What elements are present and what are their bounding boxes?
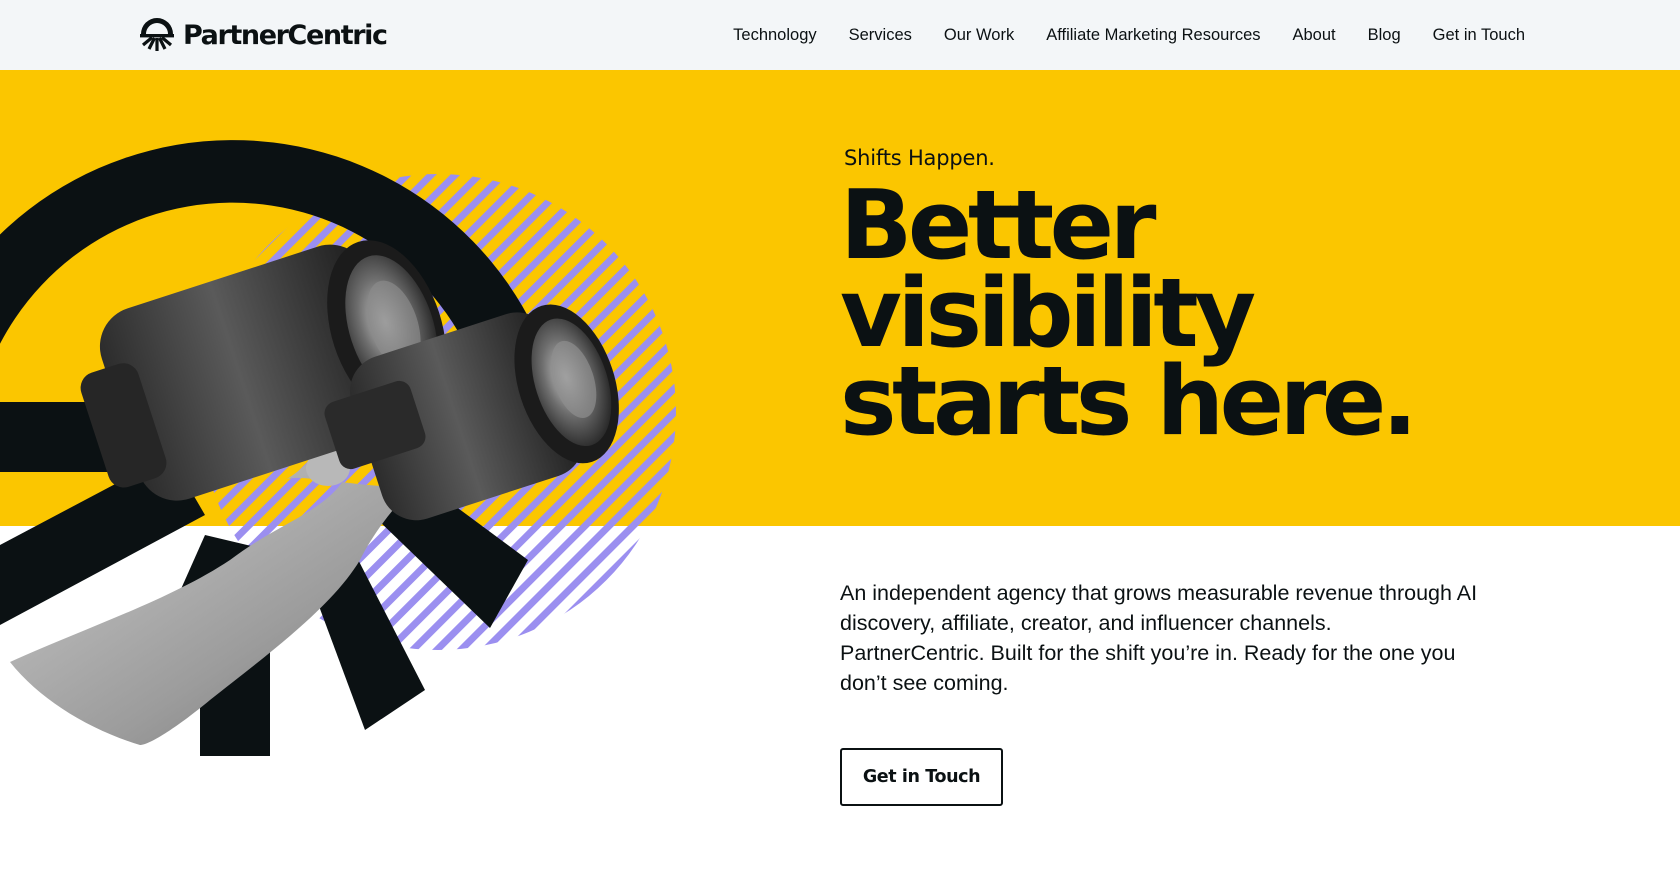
nav-link-affiliate-marketing-resources[interactable]: Affiliate Marketing Resources	[1046, 26, 1260, 45]
hero-copy: Shifts Happen. Better visibility starts …	[840, 146, 1560, 457]
nav-link-our-work[interactable]: Our Work	[944, 26, 1014, 45]
sunrise-logo-icon	[140, 18, 174, 51]
headline-line: starts here.	[840, 347, 1418, 457]
brand-logo-link[interactable]: PartnerCentric	[139, 16, 388, 54]
hand-holding-binoculars-illustration	[0, 140, 676, 756]
hero-eyebrow: Shifts Happen.	[844, 146, 995, 170]
nav-link-technology[interactable]: Technology	[733, 26, 816, 45]
hero-intro: An independent agency that grows measura…	[840, 578, 1540, 698]
intro-line: don’t see coming.	[840, 671, 1009, 695]
intro-line: PartnerCentric. Built for the shift you’…	[840, 641, 1456, 665]
headline-line: visibility	[840, 259, 1256, 369]
intro-line: An independent agency that grows measura…	[840, 581, 1478, 605]
hero-headline: Better visibility starts here.	[840, 171, 1560, 457]
intro-line: discovery, affiliate, creator, and influ…	[840, 611, 1332, 635]
hero-illustration	[0, 70, 720, 770]
brand-name: PartnerCentric	[183, 19, 388, 51]
main-nav: Technology Services Our Work Affiliate M…	[701, 0, 1525, 70]
nav-link-blog[interactable]: Blog	[1368, 26, 1401, 45]
headline-line: Better	[840, 171, 1156, 281]
nav-link-about[interactable]: About	[1293, 26, 1336, 45]
site-header: PartnerCentric Technology Services Our W…	[0, 0, 1680, 70]
get-in-touch-button[interactable]: Get in Touch	[840, 748, 1003, 806]
nav-link-get-in-touch[interactable]: Get in Touch	[1433, 26, 1525, 45]
nav-link-services[interactable]: Services	[849, 26, 912, 45]
